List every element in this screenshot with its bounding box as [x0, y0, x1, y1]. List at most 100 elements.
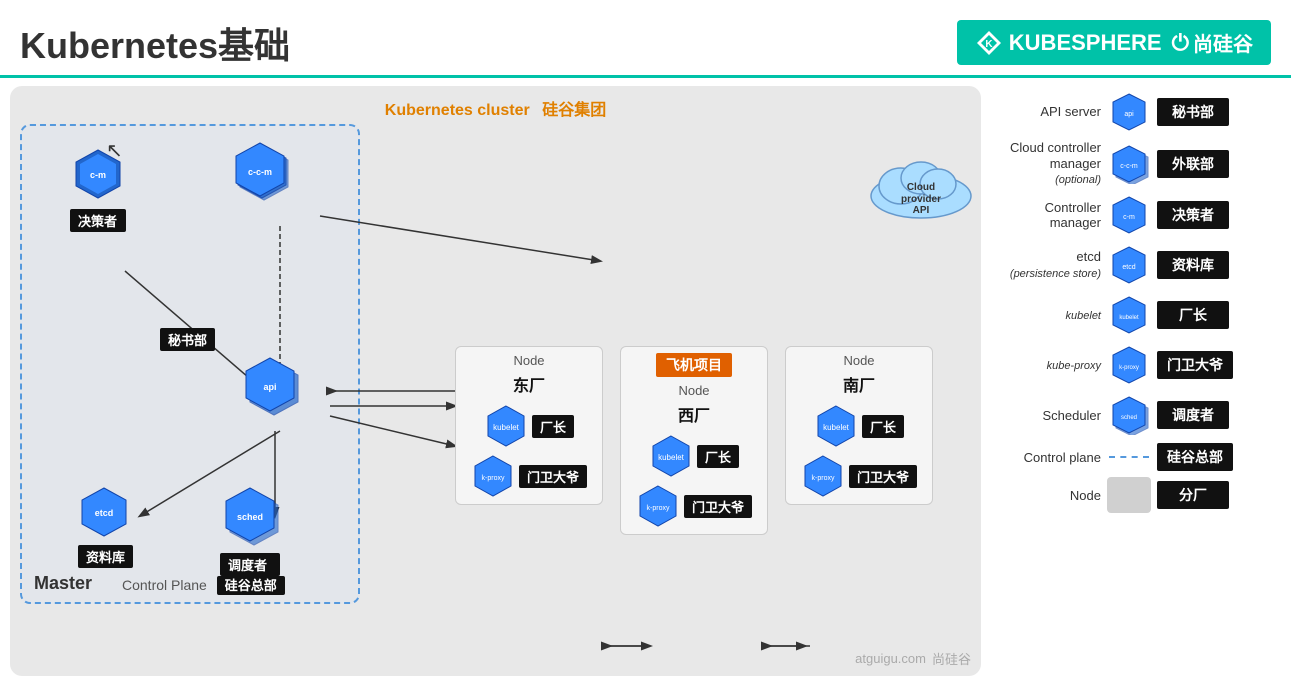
legend-ccm-cn: 外联部	[1157, 150, 1229, 178]
legend-cp-cn: 硅谷总部	[1157, 443, 1233, 471]
cloud-provider: Cloud provider API	[866, 146, 966, 216]
svg-text:sched: sched	[1121, 415, 1137, 421]
changzhang-east-label: 厂长	[532, 415, 574, 438]
svg-text:sched: sched	[237, 512, 263, 522]
menweidaye-east-label: 门卫大爷	[519, 465, 587, 488]
page-title: Kubernetes基础	[20, 17, 290, 69]
svg-text:K: K	[985, 39, 993, 50]
feijixiangmu-label: 飞机项目	[656, 353, 732, 377]
legend-api-label: API server	[991, 104, 1101, 120]
cloud-icon: Cloud provider API	[866, 146, 976, 221]
legend-ccm-label: Cloud controllermanager(optional)	[991, 140, 1101, 187]
legend-cp-icon	[1107, 456, 1151, 458]
legend-sched: Scheduler sched 调度者	[991, 393, 1281, 437]
legend-ccm: Cloud controllermanager(optional) c-c-m …	[991, 140, 1281, 187]
legend-sched-cn: 调度者	[1157, 401, 1229, 429]
changzhang-west-label: 厂长	[697, 445, 739, 468]
legend-control-plane: Control plane 硅谷总部	[991, 443, 1281, 471]
api-component: api 秘书部	[240, 356, 300, 421]
kproxy-south-icon: k-proxy	[801, 454, 845, 498]
changzhang-south-label: 厂长	[862, 415, 904, 438]
svg-text:kubelet: kubelet	[1119, 315, 1139, 321]
kproxy-west-icon: k-proxy	[636, 484, 680, 528]
legend-kubelet-icon: kubelet	[1107, 293, 1151, 337]
svg-text:kubelet: kubelet	[823, 423, 850, 432]
legend-etcd-icon: etcd	[1107, 243, 1151, 287]
kubelet-east-icon: kubelet	[484, 404, 528, 448]
legend-kubelet-cn: 厂长	[1157, 301, 1229, 329]
legend-kproxy-icon: k-proxy	[1107, 343, 1151, 387]
node-east-name: 东厂	[513, 372, 545, 396]
legend-kproxy: kube-proxy k-proxy 门卫大爷	[991, 343, 1281, 387]
node-west: 飞机项目 Node 西厂 kubelet 厂长 k-proxy	[620, 346, 768, 535]
svg-text:k-proxy: k-proxy	[482, 475, 505, 482]
legend-api-icon: api	[1107, 90, 1151, 134]
legend-cm-label: Controllermanager	[991, 200, 1101, 231]
ccm-component: c-c-m	[230, 141, 290, 206]
master-label: Master	[34, 573, 92, 594]
sigu-logo: ⏻ 尚硅谷	[1172, 28, 1253, 57]
etcd-component: etcd 资料库	[78, 486, 133, 568]
watermark: atguigu.com 尚硅谷	[855, 649, 971, 668]
main-content: Kubernetes cluster 硅谷集团 Master Control P…	[0, 86, 1291, 676]
shujubu-label: 秘书部	[160, 328, 215, 351]
node-east-title: Node	[513, 353, 544, 368]
sigu-zongbu-label: 硅谷总部	[217, 576, 285, 595]
api-icon: api	[240, 356, 300, 416]
ccm-icon: c-c-m	[230, 141, 290, 201]
svg-text:c-m: c-m	[1123, 214, 1135, 221]
cluster-title: Kubernetes cluster 硅谷集团	[20, 96, 971, 120]
legend-kproxy-cn: 门卫大爷	[1157, 351, 1233, 379]
legend-cp-label: Control plane	[991, 450, 1101, 466]
header: Kubernetes基础 K KUBESPHERE ⏻ 尚硅谷	[0, 0, 1291, 75]
legend-node-label: Node	[991, 488, 1101, 504]
kubesphere-logo: K KUBESPHERE	[975, 29, 1162, 57]
kubelet-west-icon: kubelet	[649, 434, 693, 478]
legend-node: Node 分厂	[991, 477, 1281, 513]
node-west-title: Node	[678, 383, 709, 398]
legend-etcd-label: etcd(persistence store)	[991, 249, 1101, 281]
legend-sched-icon: sched	[1107, 393, 1151, 437]
svg-text:etcd: etcd	[1122, 264, 1135, 271]
menweidaye-south-label: 门卫大爷	[849, 465, 917, 488]
ziliaoku-label: 资料库	[78, 545, 133, 568]
legend-kproxy-label: kube-proxy	[991, 357, 1101, 373]
node-south-name: 南厂	[843, 372, 875, 396]
legend-node-cn: 分厂	[1157, 481, 1229, 509]
svg-text:api: api	[1124, 111, 1134, 118]
diaoduzhe-label: 调度者	[220, 553, 280, 576]
node-east: Node 东厂 kubelet 厂长 k-proxy 门卫大爷	[455, 346, 603, 505]
legend-api-cn: 秘书部	[1157, 98, 1229, 126]
svg-text:API: API	[913, 205, 930, 216]
node-south: Node 南厂 kubelet 厂长 k-proxy 门卫大爷	[785, 346, 933, 505]
legend-api-server: API server api 秘书部	[991, 90, 1281, 134]
logo-area: K KUBESPHERE ⏻ 尚硅谷	[957, 20, 1271, 65]
legend-panel: API server api 秘书部 Cloud controllermanag…	[991, 86, 1281, 676]
node-south-title: Node	[843, 353, 874, 368]
legend-cm-icon: c-m	[1107, 193, 1151, 237]
legend-kubelet: kubelet kubelet 厂长	[991, 293, 1281, 337]
svg-text:kubelet: kubelet	[658, 453, 685, 462]
kproxy-east-icon: k-proxy	[471, 454, 515, 498]
legend-node-icon	[1107, 477, 1151, 513]
control-plane-label: Control Plane 硅谷总部	[122, 575, 285, 594]
legend-etcd: etcd(persistence store) etcd 资料库	[991, 243, 1281, 287]
svg-text:Cloud: Cloud	[907, 182, 935, 193]
svg-text:c-c-m: c-c-m	[248, 167, 272, 177]
cluster-diagram: Kubernetes cluster 硅谷集团 Master Control P…	[10, 86, 981, 676]
legend-sched-label: Scheduler	[991, 408, 1101, 424]
cm-component: c-m ↖ 决策者	[70, 146, 126, 232]
svg-text:c-c-m: c-c-m	[1120, 163, 1138, 170]
svg-text:k-proxy: k-proxy	[812, 475, 835, 482]
svg-text:kubelet: kubelet	[493, 423, 520, 432]
legend-ccm-icon: c-c-m	[1107, 142, 1151, 186]
menweidaye-west-label: 门卫大爷	[684, 495, 752, 518]
kubesphere-icon: K	[975, 29, 1003, 57]
legend-cm: Controllermanager c-m 决策者	[991, 193, 1281, 237]
legend-kubelet-label: kubelet	[991, 307, 1101, 323]
svg-text:k-proxy: k-proxy	[1119, 365, 1139, 371]
sched-icon: sched	[220, 486, 280, 546]
svg-text:k-proxy: k-proxy	[647, 505, 670, 512]
juecezhe-label: 决策者	[70, 209, 126, 232]
sched-component: sched 调度者	[220, 486, 280, 576]
